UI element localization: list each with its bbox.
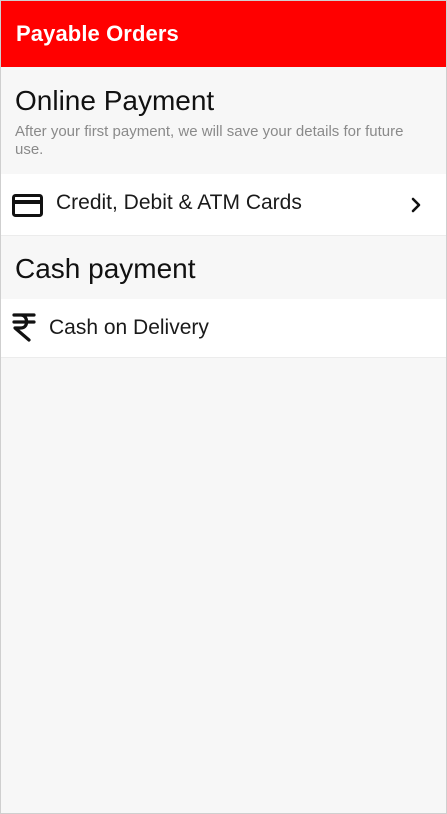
screen: Payable Orders Online Payment After your… [0, 0, 447, 814]
online-payment-subtitle: After your first payment, we will save y… [15, 123, 404, 158]
cash-on-delivery-option[interactable]: Cash on Delivery [1, 299, 446, 358]
credit-debit-atm-cards-option[interactable]: Credit, Debit & ATM Cards [1, 174, 446, 236]
page-title: Payable Orders [16, 21, 179, 46]
credit-card-icon [12, 194, 43, 217]
rupee-icon [12, 313, 36, 342]
cash-on-delivery-label: Cash on Delivery [49, 316, 209, 339]
cash-payment-heading: Cash payment [15, 253, 196, 284]
cards-option-label: Credit, Debit & ATM Cards [56, 191, 302, 214]
online-payment-heading: Online Payment [15, 85, 215, 116]
chevron-right-icon [411, 197, 421, 213]
app-bar: Payable Orders [1, 1, 446, 67]
